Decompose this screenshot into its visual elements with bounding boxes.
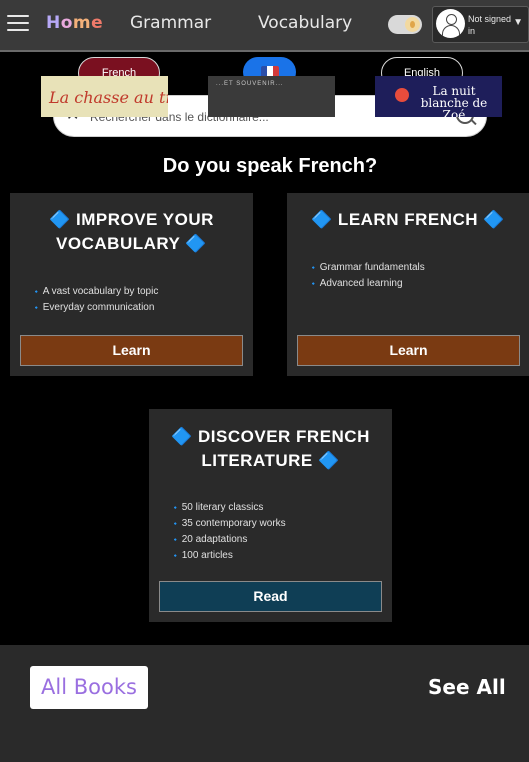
list-item: Advanced learning bbox=[309, 276, 425, 292]
see-all-link[interactable]: See All bbox=[428, 675, 506, 699]
badge-icon bbox=[395, 88, 409, 102]
top-navbar: Home Grammar Vocabulary Not signed in ▼ bbox=[0, 0, 529, 52]
theme-toggle[interactable] bbox=[388, 15, 422, 34]
learn-french-button[interactable]: Learn bbox=[297, 335, 520, 366]
book-cover[interactable]: La nuit blanche de Zoé bbox=[375, 76, 502, 117]
literature-card: 🔷 DISCOVER FRENCH LITERATURE 🔷 50 litera… bbox=[149, 409, 392, 622]
book-title: La chasse au trésor bbox=[49, 88, 168, 107]
list-item: A vast vocabulary by topic bbox=[32, 284, 159, 300]
book-cover[interactable]: ...ET SOUVENIR... bbox=[208, 76, 335, 117]
read-literature-button[interactable]: Read bbox=[159, 581, 382, 612]
nav-grammar[interactable]: Grammar bbox=[130, 13, 211, 33]
learn-vocabulary-button[interactable]: Learn bbox=[20, 335, 243, 366]
book-cover[interactable]: La chasse au trésor bbox=[41, 76, 168, 117]
list-item: 50 literary classics bbox=[171, 500, 286, 516]
list-item: 35 contemporary works bbox=[171, 516, 286, 532]
book-title: La nuit blanche de Zoé bbox=[420, 84, 488, 117]
page-heading: Do you speak French? bbox=[162, 155, 378, 177]
feature-list: Grammar fundamentals Advanced learning bbox=[309, 260, 425, 292]
feature-list: 50 literary classics 35 contemporary wor… bbox=[171, 500, 286, 564]
list-item: 20 adaptations bbox=[171, 532, 286, 548]
user-status: Not signed in bbox=[468, 14, 512, 36]
learn-french-card: 🔷 LEARN FRENCH 🔷 Grammar fundamentals Ad… bbox=[287, 193, 529, 376]
list-item: Grammar fundamentals bbox=[309, 260, 425, 276]
user-menu[interactable]: Not signed in ▼ bbox=[432, 6, 529, 43]
card-title: 🔷 DISCOVER FRENCH LITERATURE 🔷 bbox=[171, 427, 370, 470]
sun-icon bbox=[405, 17, 420, 32]
all-books-tab[interactable]: All Books bbox=[30, 666, 148, 709]
book-title: ...ET SOUVENIR... bbox=[216, 81, 284, 87]
nav-vocabulary[interactable]: Vocabulary bbox=[258, 13, 352, 33]
card-title: 🔷 IMPROVE YOUR VOCABULARY 🔷 bbox=[49, 210, 214, 253]
books-section: All Books See All bbox=[0, 645, 529, 762]
menu-icon[interactable] bbox=[7, 15, 29, 31]
home-link[interactable]: Home bbox=[46, 13, 103, 33]
list-item: Everyday communication bbox=[32, 300, 158, 316]
chevron-down-icon: ▼ bbox=[513, 17, 523, 28]
avatar bbox=[436, 9, 465, 38]
feature-list: A vast vocabulary by topic Everyday comm… bbox=[32, 284, 159, 316]
vocabulary-card: 🔷 IMPROVE YOUR VOCABULARY 🔷 A vast vocab… bbox=[10, 193, 253, 376]
list-item: 100 articles bbox=[171, 548, 286, 564]
card-title: 🔷 LEARN FRENCH 🔷 bbox=[311, 210, 505, 229]
